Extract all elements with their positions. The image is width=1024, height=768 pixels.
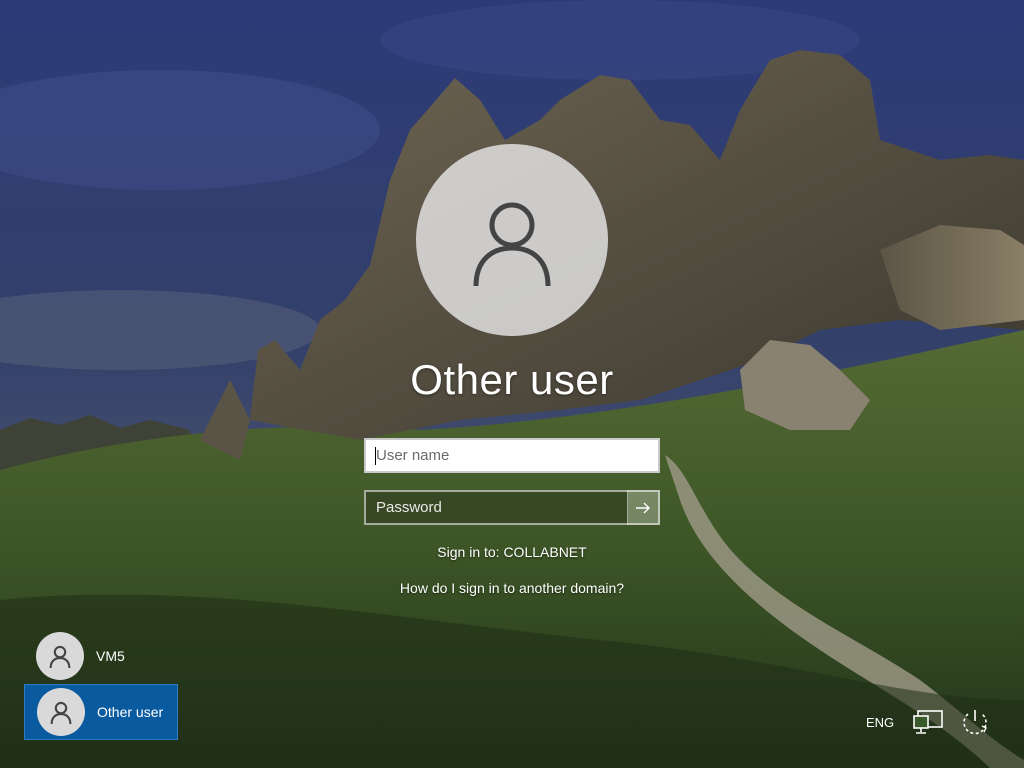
sign-in-domain-text: Sign in to: COLLABNET <box>437 544 587 560</box>
person-icon <box>50 701 72 725</box>
domain-help-link[interactable]: How do I sign in to another domain? <box>0 580 1024 596</box>
text-cursor <box>375 447 376 465</box>
language-indicator[interactable]: ENG <box>866 706 894 738</box>
user-name-label: VM5 <box>96 648 125 664</box>
user-name-label: Other user <box>97 704 164 720</box>
avatar <box>36 632 84 680</box>
network-button[interactable] <box>912 706 944 738</box>
user-item-vm5[interactable]: VM5 <box>24 628 178 684</box>
password-input[interactable] <box>364 490 628 525</box>
user-avatar-large <box>416 144 608 336</box>
person-icon <box>473 202 551 287</box>
arrow-right-icon <box>636 502 650 513</box>
power-button[interactable] <box>958 706 992 738</box>
username-input[interactable] <box>364 438 660 473</box>
network-icon <box>913 710 943 734</box>
submit-button[interactable] <box>627 490 660 525</box>
person-icon <box>49 645 71 669</box>
avatar <box>37 688 85 736</box>
page-title: Other user <box>410 356 614 403</box>
user-item-other-user[interactable]: Other user <box>24 684 178 740</box>
power-icon <box>963 710 987 735</box>
